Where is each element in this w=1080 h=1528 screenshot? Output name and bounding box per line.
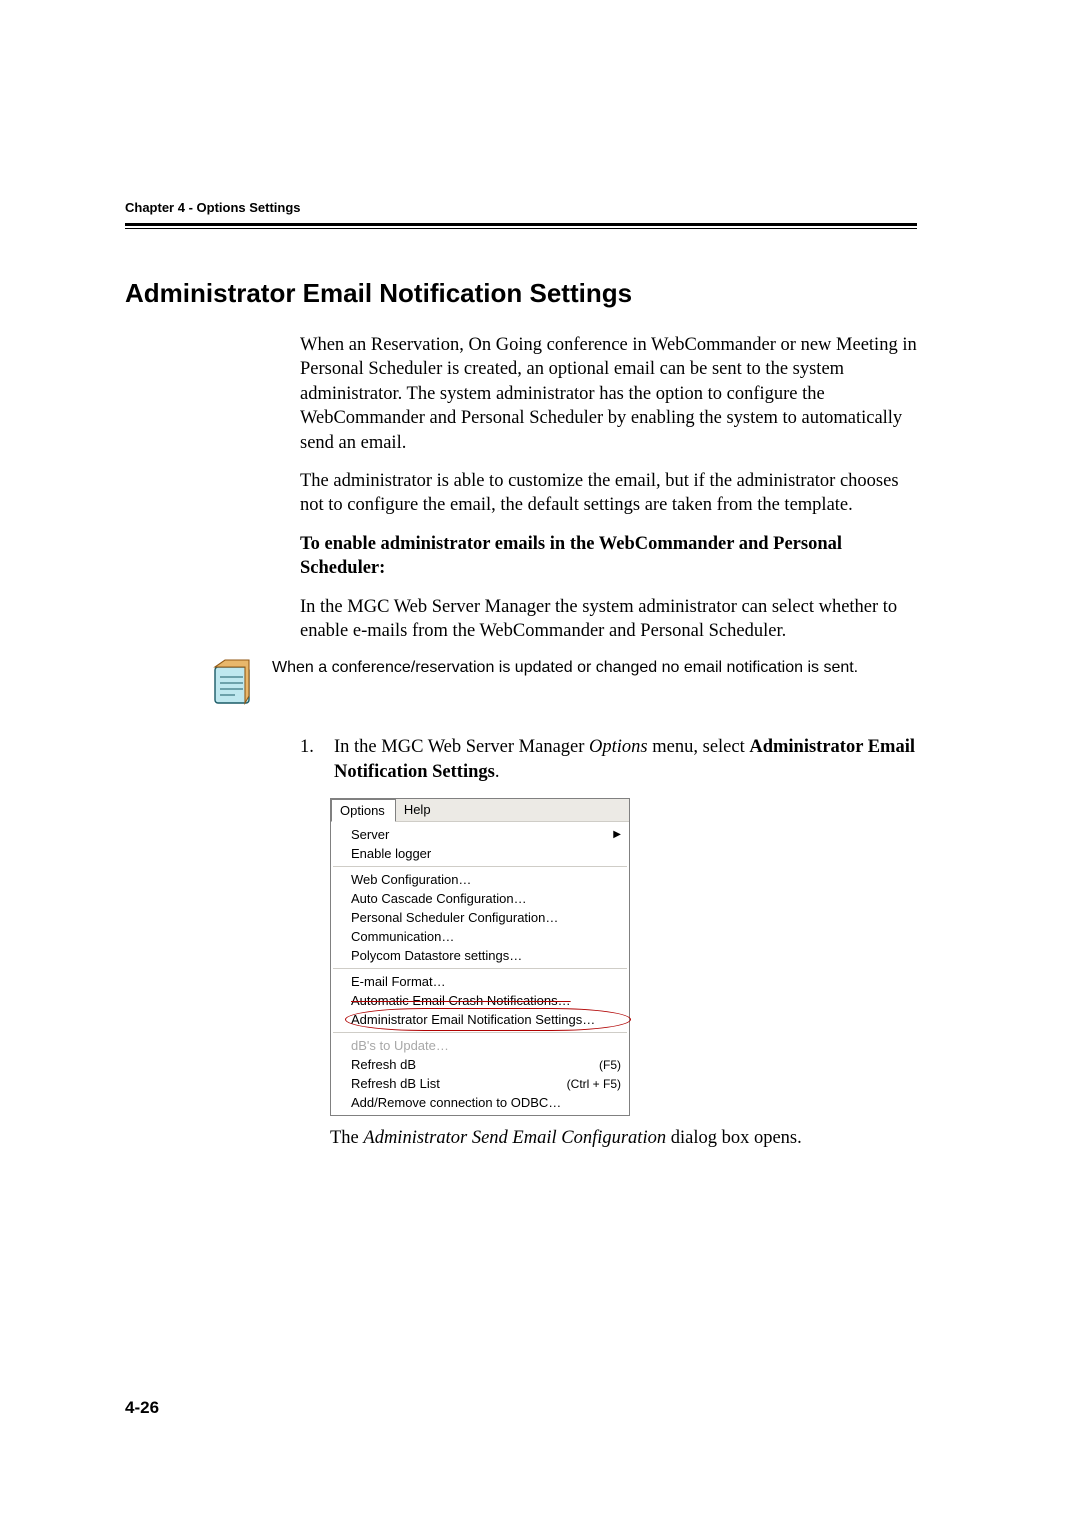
menu-separator bbox=[333, 1032, 627, 1033]
text-run: dialog box opens. bbox=[666, 1128, 802, 1148]
menu-shortcut: (F5) bbox=[575, 1058, 621, 1072]
menu-item-label: Auto Cascade Configuration… bbox=[351, 891, 527, 906]
menu-item-label: Communication… bbox=[351, 929, 454, 944]
menu-item-communication[interactable]: Communication… bbox=[331, 927, 629, 946]
menu-item-label: Personal Scheduler Configuration… bbox=[351, 910, 558, 925]
text-run: The bbox=[330, 1128, 363, 1148]
figure-caption: The Administrator Send Email Configurati… bbox=[330, 1126, 917, 1150]
menu-item-refresh-db[interactable]: Refresh dB (F5) bbox=[331, 1055, 629, 1074]
menu-item-label: Add/Remove connection to ODBC… bbox=[351, 1095, 561, 1110]
paragraph: The administrator is able to customize t… bbox=[300, 469, 917, 518]
menu-separator bbox=[333, 866, 627, 867]
paragraph: When an Reservation, On Going conference… bbox=[300, 333, 917, 455]
step-number: 1. bbox=[300, 735, 334, 759]
menu-item-label: Enable logger bbox=[351, 846, 431, 861]
note-block: When a conference/reservation is updated… bbox=[205, 657, 917, 717]
menu-item-label: Web Configuration… bbox=[351, 872, 471, 887]
menu-item-label: dB's to Update… bbox=[351, 1038, 449, 1053]
menu-item-label-strikethrough: Automatic Email Crash Notifications… bbox=[351, 993, 571, 1008]
menu-item-admin-email-notification[interactable]: Administrator Email Notification Setting… bbox=[331, 1010, 629, 1029]
header-rule-bottom bbox=[125, 228, 917, 229]
dropdown-panel: Server ▶ Enable logger Web Configuration… bbox=[331, 822, 629, 1115]
procedure-heading: To enable administrator emails in the We… bbox=[300, 532, 917, 581]
menu-bar: Options Help bbox=[331, 799, 629, 822]
section-title: Administrator Email Notification Setting… bbox=[125, 278, 917, 309]
menu-item-polycom-datastore[interactable]: Polycom Datastore settings… bbox=[331, 946, 629, 965]
menu-item-add-remove-odbc[interactable]: Add/Remove connection to ODBC… bbox=[331, 1093, 629, 1112]
menu-item-personal-scheduler[interactable]: Personal Scheduler Configuration… bbox=[331, 908, 629, 927]
menu-item-enable-logger[interactable]: Enable logger bbox=[331, 844, 629, 863]
paragraph: In the MGC Web Server Manager the system… bbox=[300, 595, 917, 644]
header-rule-top bbox=[125, 223, 917, 226]
menu-item-label: Server bbox=[351, 827, 389, 842]
menu-item-label: E-mail Format… bbox=[351, 974, 446, 989]
menu-item-label: Administrator Email Notification Setting… bbox=[351, 1012, 595, 1027]
text-run: . bbox=[495, 762, 500, 782]
page-number: 4-26 bbox=[125, 1398, 159, 1418]
menu-item-web-config[interactable]: Web Configuration… bbox=[331, 870, 629, 889]
menu-help[interactable]: Help bbox=[396, 799, 441, 821]
menu-item-label: Refresh dB bbox=[351, 1057, 416, 1072]
menu-item-server[interactable]: Server ▶ bbox=[331, 825, 629, 844]
text-run: menu, select bbox=[648, 737, 750, 757]
menu-screenshot: Options Help Server ▶ Enable logger Web … bbox=[330, 798, 630, 1116]
menu-item-dbs-update: dB's to Update… bbox=[331, 1036, 629, 1055]
text-run-italic: Administrator Send Email Configuration bbox=[363, 1128, 666, 1148]
text-run: In the MGC Web Server Manager bbox=[334, 737, 589, 757]
step-body: In the MGC Web Server Manager Options me… bbox=[334, 735, 917, 784]
menu-separator bbox=[333, 968, 627, 969]
submenu-arrow-icon: ▶ bbox=[613, 829, 621, 840]
chapter-header: Chapter 4 - Options Settings bbox=[125, 200, 917, 215]
note-text: When a conference/reservation is updated… bbox=[272, 657, 858, 679]
menu-options[interactable]: Options bbox=[331, 799, 396, 822]
menu-item-label: Refresh dB List bbox=[351, 1076, 440, 1091]
text-run-italic: Options bbox=[589, 737, 648, 757]
note-icon bbox=[205, 657, 260, 717]
menu-item-email-format[interactable]: E-mail Format… bbox=[331, 972, 629, 991]
menu-item-auto-crash[interactable]: Automatic Email Crash Notifications… bbox=[331, 991, 629, 1010]
menu-item-refresh-db-list[interactable]: Refresh dB List (Ctrl + F5) bbox=[331, 1074, 629, 1093]
step-item: 1. In the MGC Web Server Manager Options… bbox=[300, 735, 917, 784]
menu-shortcut: (Ctrl + F5) bbox=[543, 1077, 621, 1091]
menu-item-label: Polycom Datastore settings… bbox=[351, 948, 522, 963]
menu-item-auto-cascade[interactable]: Auto Cascade Configuration… bbox=[331, 889, 629, 908]
